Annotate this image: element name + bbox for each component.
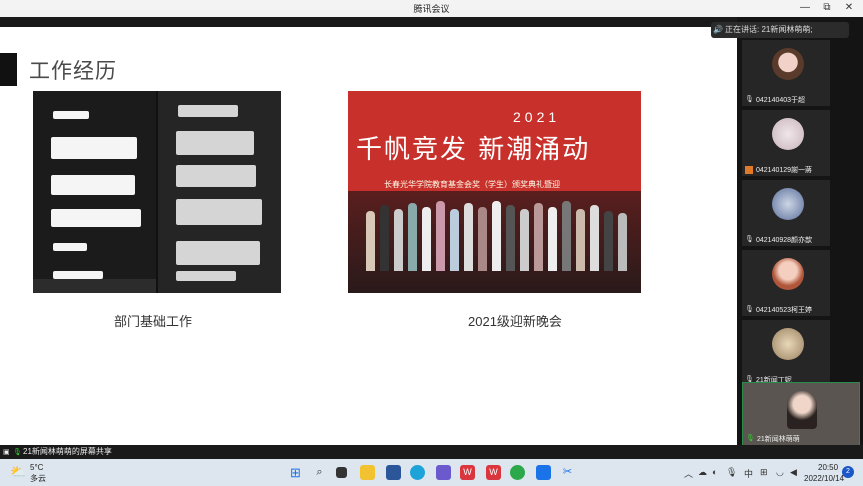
clock-date[interactable]: 2022/10/14: [804, 474, 844, 483]
weather-temp: 5°C: [30, 463, 44, 472]
slide-heading: 工作经历: [29, 60, 117, 83]
participant-tile[interactable]: 🎙 21新闻丁妮: [742, 320, 830, 386]
avatar: [772, 328, 804, 360]
participant-tile[interactable]: 🎙 042140928颜亦歆: [742, 180, 830, 246]
cloud-icon[interactable]: ☁: [698, 467, 707, 478]
chat-column-right: [158, 91, 281, 293]
weather-desc: 多云: [30, 474, 46, 483]
ime-mode-icon[interactable]: ⊞: [760, 467, 768, 478]
minimize-button[interactable]: —: [796, 1, 814, 15]
app-icon[interactable]: [436, 465, 451, 480]
start-icon[interactable]: ⊞: [288, 465, 303, 480]
chat-screenshot-image: [33, 91, 281, 293]
speaking-indicator: 🔊 正在讲话: 21新闻林萌萌;: [711, 22, 849, 38]
mic-active-icon: 🎙: [746, 435, 755, 442]
weather-icon[interactable]: ⛅: [10, 464, 26, 480]
mic-icon: 🎙: [13, 449, 22, 456]
wechat-icon[interactable]: [510, 465, 525, 480]
caption-department-work: 部门基础工作: [114, 314, 193, 329]
window-title: 腾讯会议: [413, 4, 450, 14]
participant-name: 21新闻林萌萌: [757, 436, 800, 443]
share-top-strip: [0, 17, 737, 27]
mic-icon: 🎙: [745, 306, 754, 313]
tencent-meeting-icon[interactable]: [536, 465, 551, 480]
windows-taskbar: ⛅ 5°C 多云 ⊞ ⌕ W W ✂ ︿ ☁ ◐ 🎙 中 ⊞ ◡ ◀ 20:50…: [0, 459, 863, 486]
speaking-label: 正在讲话: 21新闻林萌萌;: [725, 25, 813, 34]
show-hidden-icons[interactable]: ︿: [684, 467, 693, 480]
participant-tile[interactable]: 🎙 042140523柯王婷: [742, 250, 830, 316]
mail-icon[interactable]: [386, 465, 401, 480]
avatar: [772, 258, 804, 290]
heading-marker: [0, 53, 17, 86]
avatar: [772, 118, 804, 150]
search-icon[interactable]: ⌕: [312, 465, 327, 480]
photo-year: 2021: [513, 109, 561, 125]
participant-tile[interactable]: 🎙 042140403于超: [742, 40, 830, 106]
photo-group: [348, 191, 641, 293]
chat-column-left: [33, 91, 156, 293]
photo-banner-title: 千帆竞发 新潮涌动: [356, 135, 591, 165]
maximize-button[interactable]: ⧉: [818, 1, 836, 15]
participant-tile[interactable]: 042140129謝一蔣: [742, 110, 830, 176]
participant-video-tile-active[interactable]: 🎙 21新闻林萌萌: [742, 382, 860, 446]
host-icon: [745, 166, 753, 174]
close-button[interactable]: ✕: [840, 1, 858, 15]
ime-indicator[interactable]: 中: [744, 467, 753, 480]
speaker-icon: 🔊: [713, 25, 723, 34]
screen-share-bar: ▣ 🎙21新闻林萌萌的屏幕共享: [0, 445, 863, 459]
office-icon[interactable]: W: [486, 465, 501, 480]
file-explorer-icon[interactable]: [360, 465, 375, 480]
mic-icon: 🎙: [745, 96, 754, 103]
photo-banner-subtitle: 长春光华学院教育基金会奖（学生）颁奖典礼暨迎: [384, 180, 560, 189]
avatar: [772, 188, 804, 220]
mic-tray-icon[interactable]: 🎙: [726, 467, 737, 478]
participant-name: 042140403于超: [756, 97, 806, 104]
clock-time[interactable]: 20:50: [818, 463, 838, 472]
volume-icon[interactable]: ◀: [790, 467, 797, 478]
video-person: [787, 391, 817, 429]
caption-welcome-party: 2021级迎新晚会: [468, 314, 562, 329]
snipping-icon[interactable]: ✂: [560, 465, 575, 480]
share-label: 21新闻林萌萌的屏幕共享: [23, 447, 112, 456]
welcome-party-photo: 2021 千帆竞发 新潮涌动 长春光华学院教育基金会奖（学生）颁奖典礼暨迎: [348, 91, 641, 293]
wps-icon[interactable]: W: [460, 465, 475, 480]
participant-name: 042140523柯王婷: [756, 307, 813, 314]
task-view-icon[interactable]: [336, 467, 347, 478]
screen-icon: ▣: [3, 449, 10, 456]
wifi-icon[interactable]: ◡: [776, 467, 784, 478]
avatar: [772, 48, 804, 80]
participant-name: 042140129謝一蔣: [756, 167, 813, 174]
shared-screen-slide: 工作经历 2021 千帆竞发 新潮涌动 长春光华学院教育基金会奖（学生）颁奖典礼…: [0, 27, 737, 445]
edge-icon[interactable]: [410, 465, 425, 480]
mic-icon: 🎙: [745, 236, 754, 243]
participant-name: 042140928颜亦歆: [756, 237, 813, 244]
title-bar: 腾讯会议 — ⧉ ✕: [0, 0, 863, 17]
notification-badge[interactable]: 2: [842, 466, 854, 478]
network-icon[interactable]: ◐: [712, 467, 717, 477]
